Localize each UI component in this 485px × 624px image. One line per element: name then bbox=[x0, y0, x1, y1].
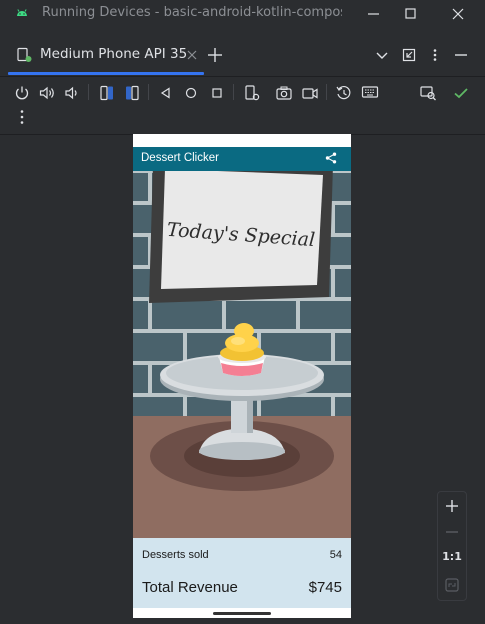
total-revenue-value: $745 bbox=[308, 579, 342, 596]
toolbar-separator bbox=[233, 84, 234, 100]
desserts-sold-label: Desserts sold bbox=[142, 549, 209, 561]
stats-panel: Desserts sold 54 Total Revenue $745 bbox=[133, 538, 351, 608]
snapshot-restore-icon[interactable] bbox=[335, 84, 353, 102]
desserts-sold-value: 54 bbox=[329, 549, 342, 561]
window-title: Running Devices - basic-android-kotlin-c… bbox=[42, 5, 342, 20]
zoom-fit-icon[interactable] bbox=[438, 573, 466, 597]
app-bar: Dessert Clicker bbox=[133, 147, 351, 171]
restore-panel-icon[interactable] bbox=[402, 48, 416, 62]
active-tab-indicator bbox=[8, 72, 204, 75]
rotate-left-icon[interactable] bbox=[98, 84, 116, 102]
tab-label: Medium Phone API 35 bbox=[40, 46, 188, 62]
todays-special-sign: Today's Special bbox=[149, 171, 333, 303]
device-screen[interactable]: Dessert Clicker Today's Special Desserts… bbox=[133, 134, 351, 618]
layout-inspector-icon[interactable] bbox=[419, 84, 437, 102]
device-tab-bar: Medium Phone API 35 bbox=[0, 36, 485, 77]
rotate-right-icon[interactable] bbox=[123, 84, 141, 102]
volume-up-icon[interactable] bbox=[38, 84, 56, 102]
zoom-out-icon[interactable] bbox=[438, 520, 466, 544]
device-toolbar bbox=[0, 78, 485, 135]
screen-record-icon[interactable] bbox=[301, 84, 319, 102]
screenshot-icon[interactable] bbox=[275, 84, 293, 102]
status-bar bbox=[133, 134, 351, 147]
app-title: Dessert Clicker bbox=[141, 152, 219, 164]
tab-medium-phone[interactable]: Medium Phone API 35 bbox=[6, 36, 204, 75]
power-icon[interactable] bbox=[13, 84, 31, 102]
back-icon[interactable] bbox=[157, 84, 175, 102]
maximize-button[interactable] bbox=[401, 4, 421, 24]
zoom-controls: 1:1 bbox=[437, 491, 467, 601]
gesture-handle[interactable] bbox=[213, 612, 271, 615]
device-settings-icon[interactable] bbox=[243, 84, 261, 102]
minimize-button[interactable] bbox=[364, 4, 384, 24]
keyboard-input-icon[interactable] bbox=[361, 84, 379, 102]
android-icon bbox=[17, 9, 27, 16]
running-device-icon bbox=[17, 47, 32, 62]
title-bar: Running Devices - basic-android-kotlin-c… bbox=[0, 0, 485, 28]
hide-panel-icon[interactable] bbox=[454, 48, 468, 62]
chevron-down-icon[interactable] bbox=[375, 48, 389, 62]
total-revenue-label: Total Revenue bbox=[142, 579, 238, 596]
toolbar-overflow-icon[interactable] bbox=[13, 108, 31, 126]
gesture-navigation-bar bbox=[133, 608, 351, 618]
volume-down-icon[interactable] bbox=[63, 84, 81, 102]
toolbar-separator bbox=[326, 84, 327, 100]
check-icon[interactable] bbox=[452, 84, 470, 102]
toolbar-separator bbox=[88, 84, 89, 100]
close-tab-icon[interactable] bbox=[185, 48, 199, 62]
close-window-button[interactable] bbox=[448, 4, 468, 24]
more-options-icon[interactable] bbox=[428, 48, 442, 62]
add-tab-icon[interactable] bbox=[206, 46, 224, 64]
home-icon[interactable] bbox=[182, 84, 200, 102]
toolbar-separator bbox=[148, 84, 149, 100]
dessert-scene: Today's Special bbox=[133, 171, 351, 538]
overview-icon[interactable] bbox=[208, 84, 226, 102]
share-icon[interactable] bbox=[325, 152, 337, 164]
zoom-actual-size-button[interactable]: 1:1 bbox=[438, 550, 466, 563]
zoom-in-icon[interactable] bbox=[438, 494, 466, 518]
